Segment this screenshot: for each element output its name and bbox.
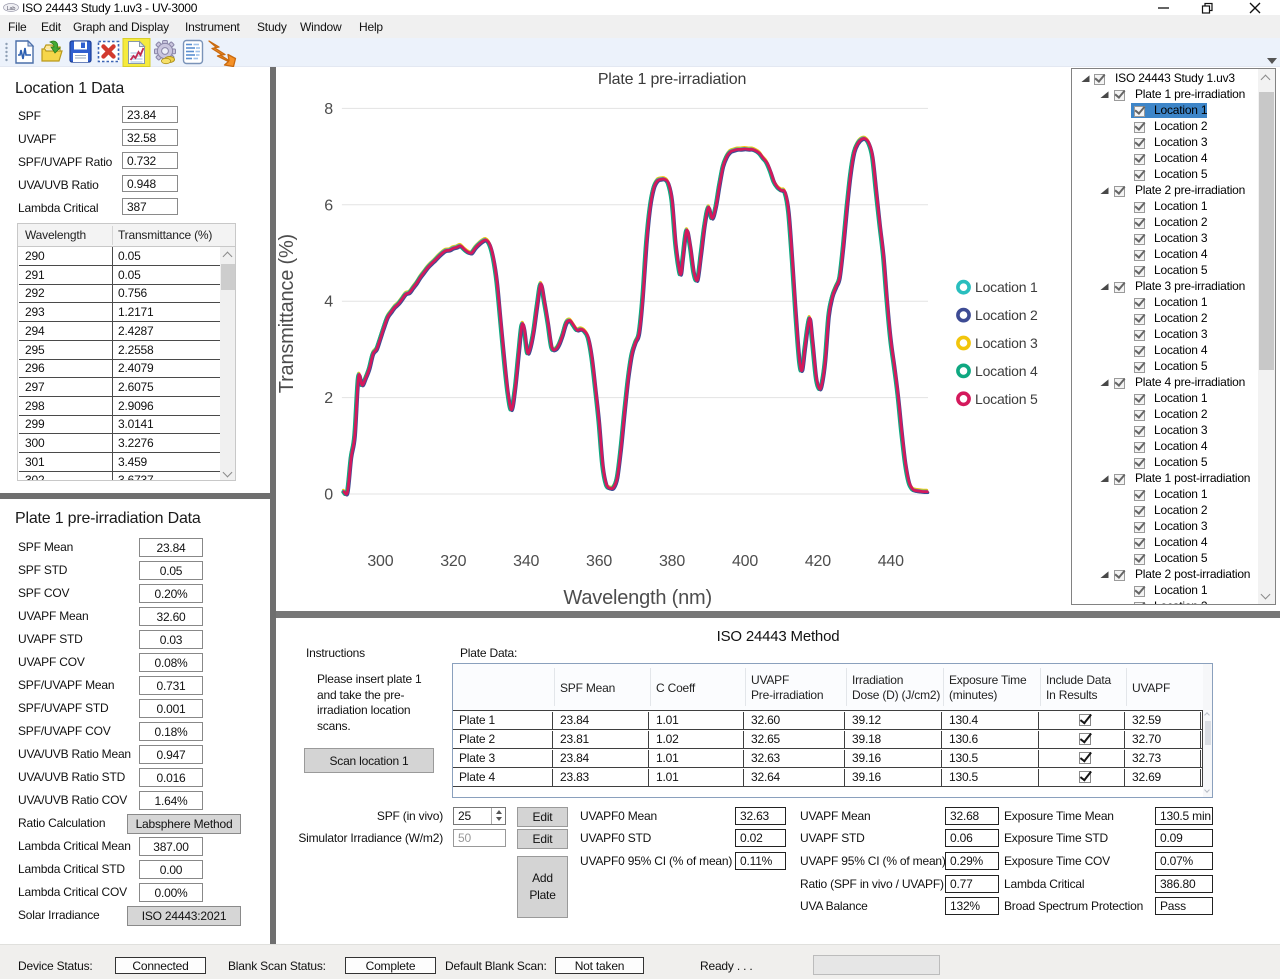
svg-text:420: 420 bbox=[805, 553, 831, 570]
svg-text:440: 440 bbox=[878, 553, 904, 570]
svg-text:0: 0 bbox=[324, 487, 333, 504]
svg-text:Lab: Lab bbox=[7, 6, 16, 12]
svg-text:360: 360 bbox=[586, 553, 612, 570]
svg-text:8: 8 bbox=[324, 101, 333, 118]
svg-text:400: 400 bbox=[732, 553, 758, 570]
svg-text:320: 320 bbox=[440, 553, 466, 570]
svg-text:Location 2: Location 2 bbox=[975, 307, 1038, 323]
svg-text:340: 340 bbox=[513, 553, 539, 570]
svg-text:Transmittance (%): Transmittance (%) bbox=[277, 234, 298, 393]
svg-text:Location 4: Location 4 bbox=[975, 363, 1038, 379]
svg-text:Plate 1 pre-irradiation: Plate 1 pre-irradiation bbox=[598, 71, 746, 88]
svg-text:6: 6 bbox=[324, 197, 333, 214]
svg-text:380: 380 bbox=[659, 553, 685, 570]
svg-text:Location 1: Location 1 bbox=[975, 279, 1038, 295]
svg-text:Wavelength (nm): Wavelength (nm) bbox=[563, 587, 712, 609]
svg-text:Location 5: Location 5 bbox=[975, 391, 1038, 407]
svg-text:Location 3: Location 3 bbox=[975, 335, 1038, 351]
svg-text:300: 300 bbox=[367, 553, 393, 570]
svg-text:2: 2 bbox=[324, 390, 333, 407]
svg-text:4: 4 bbox=[324, 294, 333, 311]
